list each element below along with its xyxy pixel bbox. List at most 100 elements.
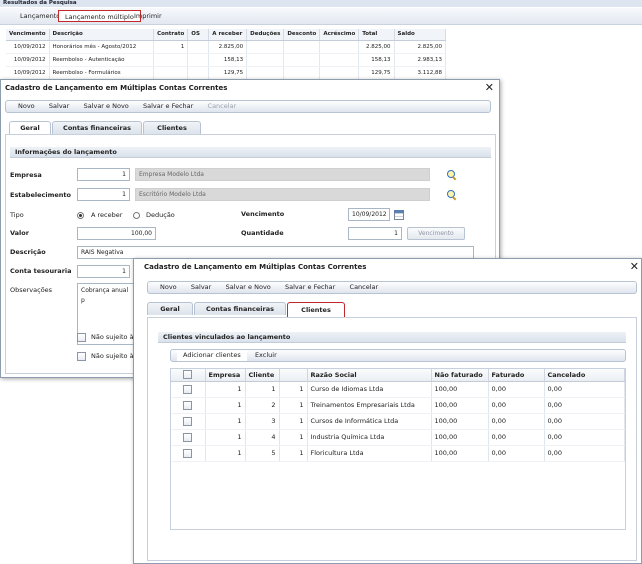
tipo-deducao-radio[interactable] bbox=[133, 212, 140, 219]
nao-sujeito-checkbox-1[interactable] bbox=[77, 333, 86, 342]
cell-cliente: 1 bbox=[245, 381, 280, 398]
col-razao-social[interactable]: Razão Social bbox=[307, 369, 432, 382]
vencimento-button[interactable]: Vencimento bbox=[407, 227, 465, 240]
cell-deducoes bbox=[246, 40, 285, 54]
cell-vencimento: 10/09/2012 bbox=[6, 66, 50, 80]
cancelar-button[interactable]: Cancelar bbox=[202, 101, 243, 112]
col-nao-faturado[interactable]: Não faturado bbox=[431, 369, 489, 382]
cell-nao-faturado: 100,00 bbox=[431, 397, 489, 414]
empresa-label: Empresa bbox=[10, 171, 42, 179]
novo-button[interactable]: Novo bbox=[12, 101, 41, 112]
close-icon[interactable]: ✕ bbox=[630, 259, 639, 275]
imprimir-button[interactable]: Imprimir bbox=[128, 10, 168, 22]
col-os[interactable]: OS bbox=[187, 29, 210, 41]
col-descricao[interactable]: Descrição bbox=[49, 29, 155, 41]
close-icon[interactable]: ✕ bbox=[485, 80, 494, 96]
cell-deducoes bbox=[246, 53, 285, 67]
cell-cliente: 3 bbox=[245, 413, 280, 430]
col-select[interactable] bbox=[171, 369, 206, 382]
valor-input[interactable]: 100,00 bbox=[77, 227, 156, 240]
tipo-a-receber-radio[interactable] bbox=[77, 212, 84, 219]
tipo-a-receber-label: A receber bbox=[91, 211, 123, 219]
col-cliente[interactable]: Cliente bbox=[245, 369, 280, 382]
cell-saldo: 2.825,00 bbox=[394, 40, 447, 54]
salvar-e-fechar-button[interactable]: Salvar e Fechar bbox=[137, 101, 199, 112]
tab-geral[interactable]: Geral bbox=[9, 121, 51, 134]
salvar-e-novo-button[interactable]: Salvar e Novo bbox=[220, 282, 277, 293]
results-toolbar: Lançamento Lançamento múltiplo Imprimir bbox=[0, 8, 642, 25]
table-row[interactable]: 1 1 1 Curso de Idiomas Ltda 100,00 0,00 … bbox=[171, 381, 625, 398]
cancelar-button[interactable]: Cancelar bbox=[344, 282, 385, 293]
table-row[interactable]: 1 3 1 Cursos de Informática Ltda 100,00 … bbox=[171, 413, 625, 430]
excluir-button[interactable]: Excluir bbox=[249, 350, 283, 361]
col-faturado[interactable]: Faturado bbox=[488, 369, 545, 382]
table-row[interactable]: 1 5 1 Floricultura Ltda 100,00 0,00 0,00 bbox=[171, 445, 625, 462]
row-checkbox[interactable] bbox=[183, 432, 193, 442]
cell-cancelado: 0,00 bbox=[544, 429, 625, 446]
row-checkbox[interactable] bbox=[183, 400, 193, 410]
select-all-checkbox[interactable] bbox=[183, 370, 193, 380]
nao-sujeito-checkbox-2[interactable] bbox=[77, 352, 86, 361]
cell-saldo: 3.112,88 bbox=[394, 66, 447, 80]
adicionar-clientes-button[interactable]: Adicionar clientes bbox=[177, 350, 247, 361]
cell-razao-social: Industria Química Ltda bbox=[307, 429, 432, 446]
tab-geral[interactable]: Geral bbox=[147, 302, 193, 315]
col-empresa[interactable]: Empresa bbox=[205, 369, 246, 382]
empresa-code-input[interactable]: 1 bbox=[77, 168, 130, 181]
cell-descricao: Reembolso - Autenticação bbox=[49, 53, 155, 67]
search-icon[interactable] bbox=[447, 190, 457, 200]
col-contrato[interactable]: Contrato bbox=[153, 29, 189, 41]
cell-nao-faturado: 100,00 bbox=[431, 381, 489, 398]
salvar-button[interactable]: Salvar bbox=[43, 101, 75, 112]
salvar-button[interactable]: Salvar bbox=[185, 282, 217, 293]
valor-label: Valor bbox=[10, 229, 29, 237]
col-total[interactable]: Total bbox=[358, 29, 395, 41]
lancamento-window-front: Cadastro de Lançamento em Múltiplas Cont… bbox=[133, 258, 642, 564]
row-checkbox[interactable] bbox=[183, 384, 193, 394]
cell-desconto bbox=[283, 40, 321, 54]
col-estab[interactable] bbox=[279, 369, 308, 382]
cell-estab: 1 bbox=[279, 413, 308, 430]
tab-contas-financeiras[interactable]: Contas financeiras bbox=[194, 302, 286, 315]
col-saldo[interactable]: Saldo bbox=[394, 29, 447, 41]
novo-button[interactable]: Novo bbox=[154, 282, 183, 293]
cell-empresa: 1 bbox=[205, 429, 246, 446]
cell-empresa: 1 bbox=[205, 397, 246, 414]
cell-deducoes bbox=[246, 66, 285, 80]
table-row[interactable]: 10/09/2012 Reembolso - Formulários 129,7… bbox=[6, 66, 447, 80]
tab-clientes[interactable]: Clientes bbox=[143, 121, 201, 134]
col-vencimento[interactable]: Vencimento bbox=[6, 29, 50, 41]
table-row[interactable]: 1 4 1 Industria Química Ltda 100,00 0,00… bbox=[171, 429, 625, 446]
estabelecimento-code-input[interactable]: 1 bbox=[77, 188, 130, 201]
vencimento-input[interactable]: 10/09/2012 bbox=[348, 208, 390, 221]
clientes-toolbar: Adicionar clientes Excluir bbox=[170, 349, 626, 362]
cell-a-receber: 2.825,00 bbox=[208, 40, 248, 54]
cell-acrescimo bbox=[319, 40, 360, 54]
descricao-label: Descrição bbox=[10, 248, 46, 256]
col-desconto[interactable]: Desconto bbox=[283, 29, 321, 41]
row-checkbox[interactable] bbox=[183, 416, 193, 426]
salvar-e-fechar-button[interactable]: Salvar e Fechar bbox=[279, 282, 341, 293]
cell-empresa: 1 bbox=[205, 381, 246, 398]
table-row[interactable]: 10/09/2012 Honorários mês - Agosto/2012 … bbox=[6, 40, 447, 54]
row-checkbox[interactable] bbox=[183, 448, 193, 458]
table-row[interactable]: 1 2 1 Treinamentos Empresariais Ltda 100… bbox=[171, 397, 625, 414]
quantidade-input[interactable]: 1 bbox=[348, 227, 402, 240]
results-title: Resultados da Pesquisa bbox=[0, 0, 642, 7]
salvar-e-novo-button[interactable]: Salvar e Novo bbox=[78, 101, 135, 112]
col-a-receber[interactable]: A receber bbox=[208, 29, 248, 41]
cell-razao-social: Cursos de Informática Ltda bbox=[307, 413, 432, 430]
cell-empresa: 1 bbox=[205, 445, 246, 462]
col-deducoes[interactable]: Deduções bbox=[246, 29, 285, 41]
col-acrescimo[interactable]: Acréscimo bbox=[319, 29, 360, 41]
col-cancelado[interactable]: Cancelado bbox=[544, 369, 625, 382]
cell-razao-social: Floricultura Ltda bbox=[307, 445, 432, 462]
conta-tesouraria-input[interactable]: 1 bbox=[77, 265, 130, 278]
window-toolbar: Novo Salvar Salvar e Novo Salvar e Fecha… bbox=[5, 100, 491, 113]
cell-os bbox=[187, 40, 210, 54]
search-icon[interactable] bbox=[447, 170, 457, 180]
cell-nao-faturado: 100,00 bbox=[431, 445, 489, 462]
calendar-icon[interactable] bbox=[394, 210, 404, 220]
tab-contas-financeiras[interactable]: Contas financeiras bbox=[52, 121, 142, 134]
table-row[interactable]: 10/09/2012 Reembolso - Autenticação 158,… bbox=[6, 53, 447, 67]
